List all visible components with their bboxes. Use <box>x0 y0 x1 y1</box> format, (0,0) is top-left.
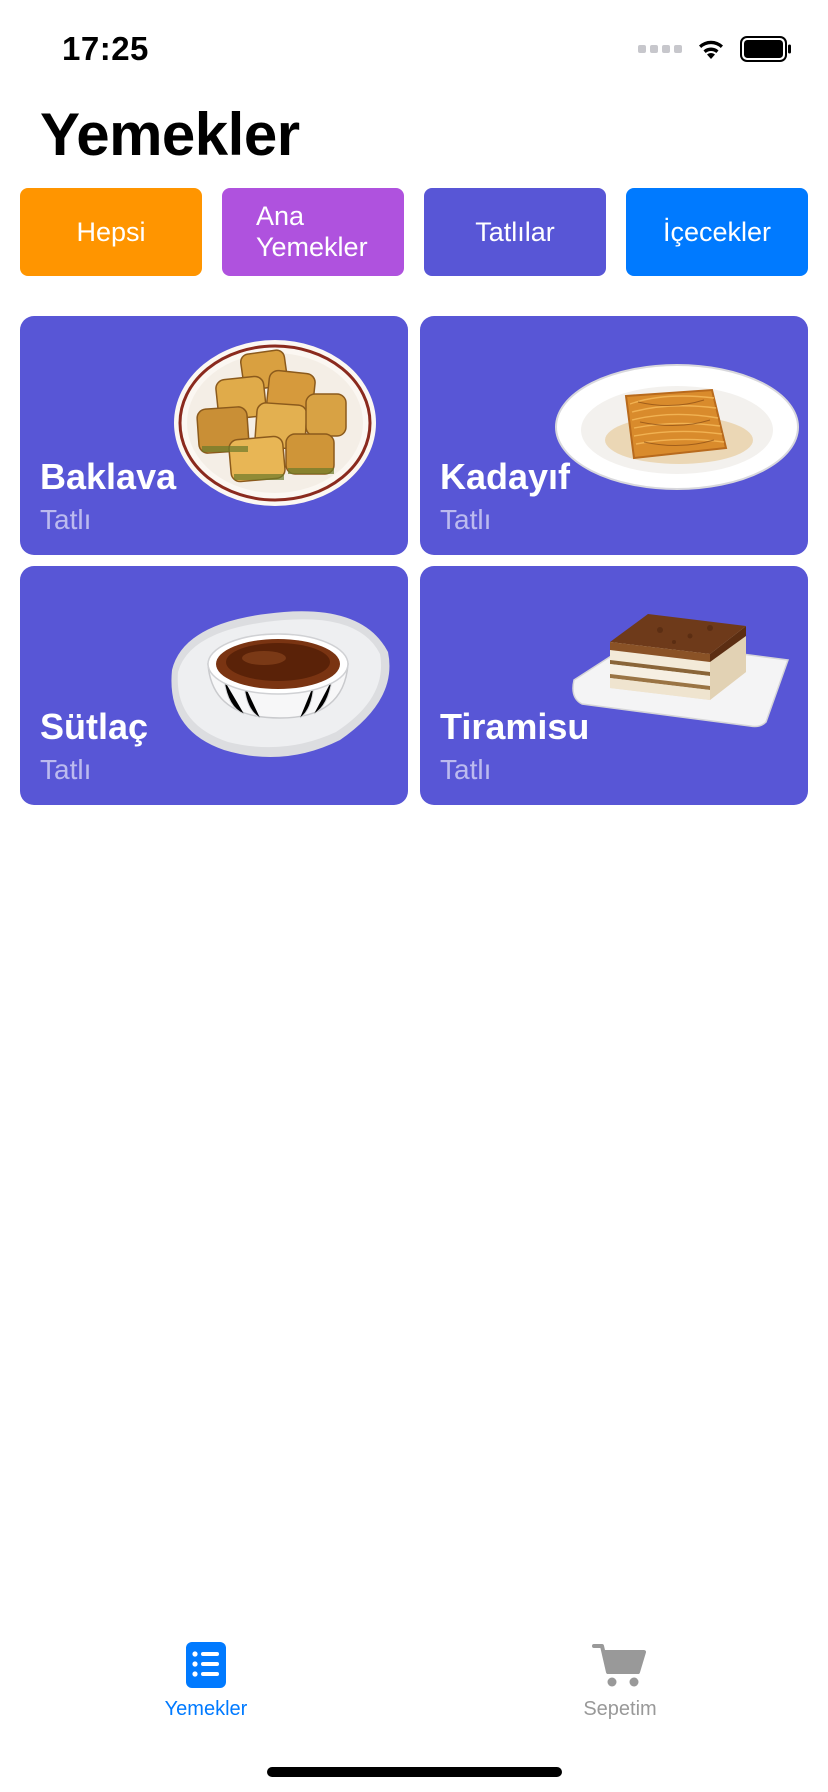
category-label: Hepsi <box>76 216 146 247</box>
food-category: Tatlı <box>40 504 92 535</box>
category-label: Tatlılar <box>475 216 555 247</box>
food-card-sutlac[interactable]: Sütlaç Tatlı <box>20 566 408 805</box>
food-name: Baklava <box>40 456 177 497</box>
cellular-signal-icon <box>638 45 682 53</box>
category-button-drinks[interactable]: İçecekler <box>626 188 808 276</box>
tab-yemekler[interactable]: Yemekler <box>106 1640 306 1721</box>
food-card-baklava[interactable]: Baklava Tatlı <box>20 316 408 555</box>
food-card-tiramisu[interactable]: Tiramisu Tatlı <box>420 566 808 805</box>
tab-sepetim[interactable]: Sepetim <box>520 1640 720 1721</box>
home-indicator <box>267 1767 562 1777</box>
page-title: Yemekler <box>40 101 300 168</box>
status-time: 17:25 <box>62 30 149 67</box>
food-name: Sütlaç <box>40 706 149 747</box>
category-button-all[interactable]: Hepsi <box>20 188 202 276</box>
food-category: Tatlı <box>40 754 92 785</box>
battery-icon <box>740 36 791 62</box>
cart-icon <box>592 1644 646 1687</box>
tab-label: Sepetim <box>583 1698 657 1720</box>
food-name: Kadayıf <box>440 456 571 497</box>
category-label: Ana Yemekler <box>256 201 368 262</box>
tiramisu-plate-image <box>572 614 790 728</box>
status-icons <box>638 34 792 64</box>
tab-label: Yemekler <box>164 1698 248 1720</box>
food-category: Tatlı <box>440 754 492 785</box>
sutlac-bowl-image <box>171 611 390 758</box>
category-label: İçecekler <box>662 216 772 247</box>
kadayif-plate-image <box>555 364 799 490</box>
baklava-plate-image <box>174 340 376 506</box>
food-card-kadayif[interactable]: Kadayıf Tatlı <box>420 316 808 555</box>
category-button-desserts[interactable]: Tatlılar <box>424 188 606 276</box>
food-category: Tatlı <box>440 504 492 535</box>
app-screen: 17:25 Yemekler Hepsi Ana Yemekler Tatlıl… <box>0 0 828 1792</box>
category-filter-bar: Hepsi Ana Yemekler Tatlılar İçecekler <box>20 188 810 276</box>
food-name: Tiramisu <box>440 706 590 747</box>
list-icon <box>186 1642 226 1688</box>
category-button-main-dishes[interactable]: Ana Yemekler <box>222 188 404 276</box>
wifi-icon <box>699 40 723 59</box>
